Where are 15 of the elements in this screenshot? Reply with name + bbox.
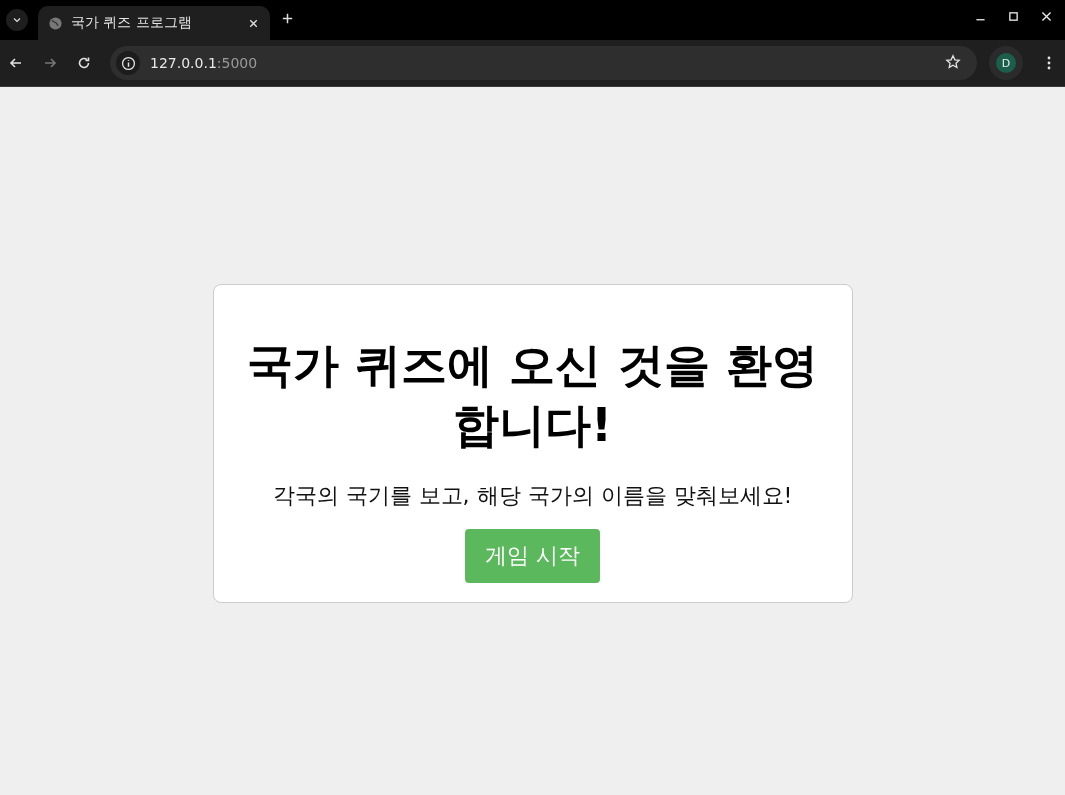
tab-list-button[interactable] [6,9,28,31]
url-port: :5000 [216,55,258,71]
browser-tab[interactable]: 국가 퀴즈 프로그램 [38,6,270,40]
maximize-icon[interactable] [1007,10,1020,23]
close-icon[interactable] [1040,10,1053,23]
quiz-description: 각국의 국기를 보고, 해당 국가의 이름을 맞춰보세요! [272,481,793,510]
profile-avatar[interactable]: D [996,53,1016,73]
address-bar[interactable]: 127.0.0.1:5000 [110,46,977,80]
new-tab-icon[interactable] [280,11,295,26]
url-host: 127.0.0.1 [150,55,217,71]
tab-title: 국가 퀴즈 프로그램 [71,14,193,32]
info-icon[interactable] [120,55,136,71]
welcome-title: 국가 퀴즈에 오신 것을 환영합니다! [246,336,819,454]
reload-icon[interactable] [76,55,92,71]
star-icon[interactable] [945,53,961,70]
